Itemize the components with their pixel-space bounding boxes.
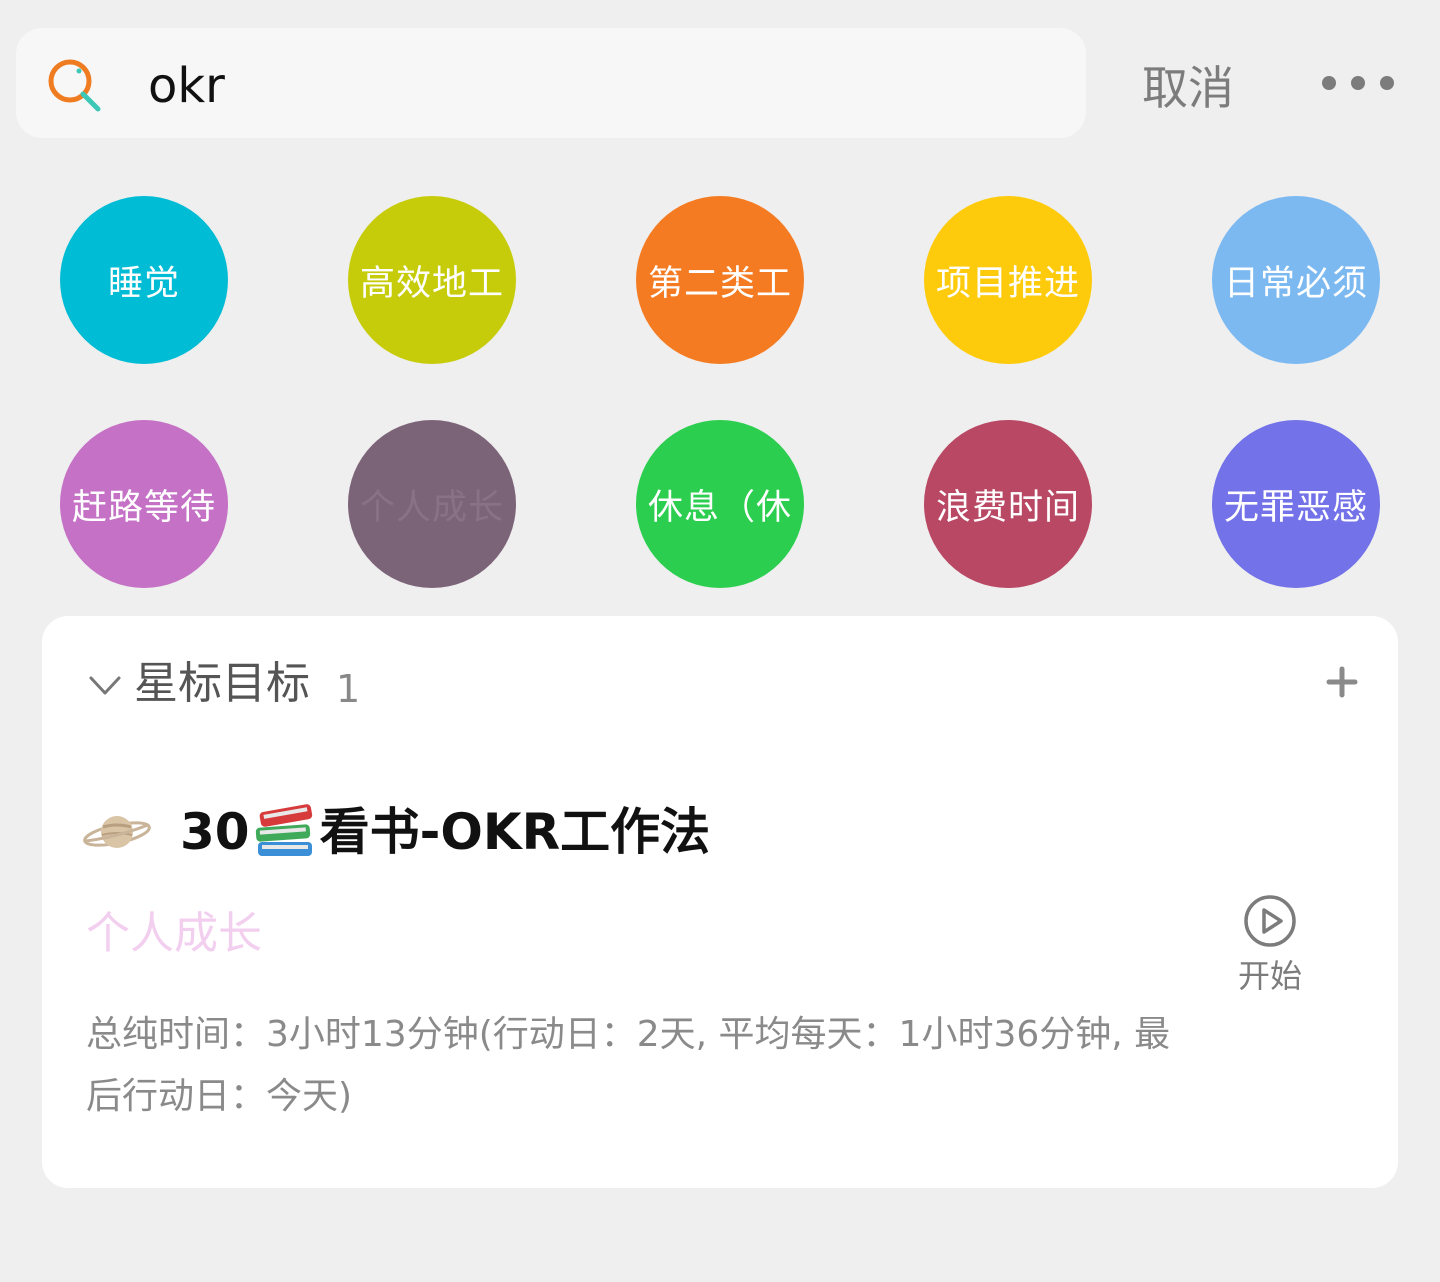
planet-icon: [83, 816, 151, 848]
goal-title-prefix: 30: [180, 803, 250, 861]
start-button[interactable]: 开始: [1238, 894, 1302, 996]
books-icon: [255, 804, 312, 856]
goal-stats: 总纯时间：3小时13分钟(行动日：2天, 平均每天：1小时36分钟, 最后行动日…: [86, 1014, 1171, 1117]
tag-daily-essentials[interactable]: 日常必须: [1212, 196, 1380, 364]
tag-wasted-time[interactable]: 浪费时间: [924, 420, 1092, 588]
tag-label: 睡觉: [107, 263, 180, 304]
tag-sleep[interactable]: 睡觉: [60, 196, 228, 364]
tag-personal-growth[interactable]: 个人成长: [348, 420, 516, 588]
tag-label: 休息（休: [647, 487, 792, 528]
goal-title: 30 看书-OKR工作法: [180, 797, 710, 867]
tag-quadrant-two-work[interactable]: 第二类工: [636, 196, 804, 364]
tag-label: 赶路等待: [71, 487, 216, 528]
start-label: 开始: [1238, 957, 1303, 995]
goal-item[interactable]: 30 看书-OKR工作法: [82, 792, 982, 872]
add-icon[interactable]: [1324, 664, 1360, 700]
goal-title-text: 看书-OKR工作法: [319, 803, 711, 861]
tag-label: 日常必须: [1223, 263, 1368, 304]
tag-label: 浪费时间: [935, 487, 1080, 528]
tag-rest[interactable]: 休息（休: [636, 420, 804, 588]
tag-label: 无罪恶感: [1223, 487, 1368, 528]
section-title: 星标目标: [134, 658, 310, 709]
play-circle-icon: [1244, 895, 1296, 947]
tag-label: 个人成长: [359, 487, 504, 528]
chevron-down-icon[interactable]: [88, 674, 122, 698]
tag-label: 第二类工: [647, 263, 792, 304]
goal-category: 个人成长: [86, 908, 262, 959]
tag-efficient-work[interactable]: 高效地工: [348, 196, 516, 364]
tag-guilt-free[interactable]: 无罪恶感: [1212, 420, 1380, 588]
tag-project-progress[interactable]: 项目推进: [924, 196, 1092, 364]
tag-commuting-waiting[interactable]: 赶路等待: [60, 420, 228, 588]
tag-label: 高效地工: [359, 263, 504, 304]
tag-label: 项目推进: [935, 263, 1080, 304]
section-count: 1: [336, 667, 361, 711]
tag-grid: 睡觉 高效地工 第二类工 项目推进 日常必须 赶路等待 个人成长 休息（休 浪费…: [0, 0, 1440, 600]
starred-goals-card: 星标目标 1 30 看书-OKR工作法 个人成长 总纯时间：3小时13分钟(行动…: [42, 616, 1398, 1188]
